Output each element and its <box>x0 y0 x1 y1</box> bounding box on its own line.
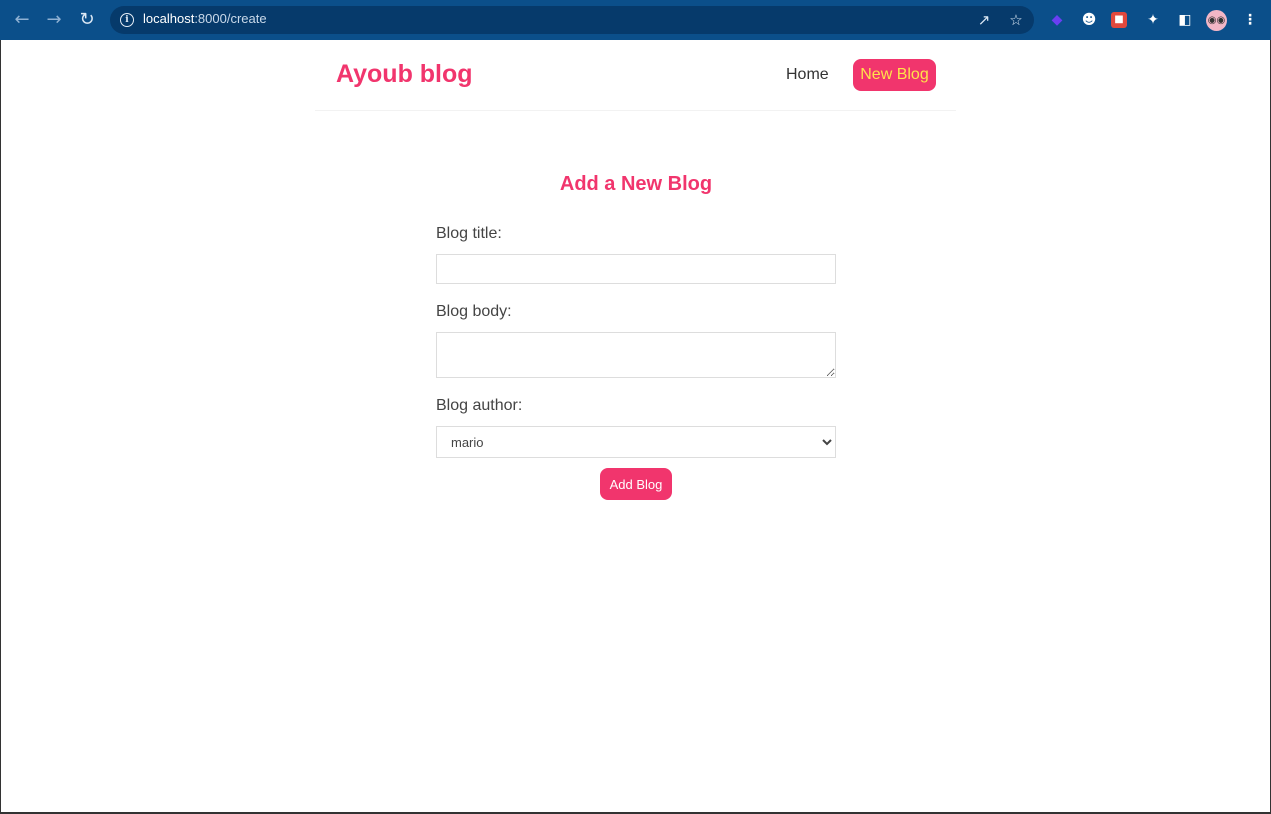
extension-layers-icon[interactable]: ◆ <box>1047 10 1067 30</box>
page-title: Add a New Blog <box>559 173 713 195</box>
nav-link-new-blog[interactable]: New Blog <box>853 59 936 91</box>
kebab-menu-icon[interactable]: ⋮ <box>1240 10 1260 30</box>
blog-author-label: Blog author: <box>436 397 523 414</box>
info-icon[interactable]: i <box>120 13 134 27</box>
profile-avatar[interactable]: ◉◉ <box>1206 10 1227 31</box>
extension-red-icon[interactable]: ■ <box>1111 12 1127 28</box>
browser-toolbar: ← → ↻ i localhost:8000/create ↗ ☆ ◆ ☻ ■ … <box>0 0 1271 40</box>
star-icon[interactable]: ☆ <box>1006 10 1026 30</box>
arrow-left-icon[interactable]: ← <box>10 8 34 32</box>
share-icon[interactable]: ↗ <box>974 10 994 30</box>
reload-icon[interactable]: ↻ <box>75 8 99 32</box>
site-brand: Ayoub blog <box>336 60 473 88</box>
blog-body-label: Blog body: <box>436 303 512 320</box>
arrow-right-icon[interactable]: → <box>42 8 66 32</box>
address-bar[interactable]: i localhost:8000/create ↗ ☆ <box>110 6 1034 34</box>
add-blog-button[interactable]: Add Blog <box>600 468 672 500</box>
url-text: localhost:8000/create <box>143 11 267 26</box>
site-navbar: Ayoub blog Home New Blog <box>315 40 956 111</box>
puzzle-icon[interactable]: ✦ <box>1143 10 1163 30</box>
extension-face-icon[interactable]: ☻ <box>1079 10 1099 30</box>
blog-title-input[interactable] <box>436 254 836 284</box>
blog-body-textarea[interactable] <box>436 332 836 378</box>
blog-author-select[interactable]: mario <box>436 426 836 458</box>
create-blog-form: Add a New Blog Blog title: Blog body: Bl… <box>436 160 836 500</box>
side-panel-icon[interactable]: ◧ <box>1175 10 1195 30</box>
nav-link-home[interactable]: Home <box>786 66 829 84</box>
blog-title-label: Blog title: <box>436 225 502 242</box>
